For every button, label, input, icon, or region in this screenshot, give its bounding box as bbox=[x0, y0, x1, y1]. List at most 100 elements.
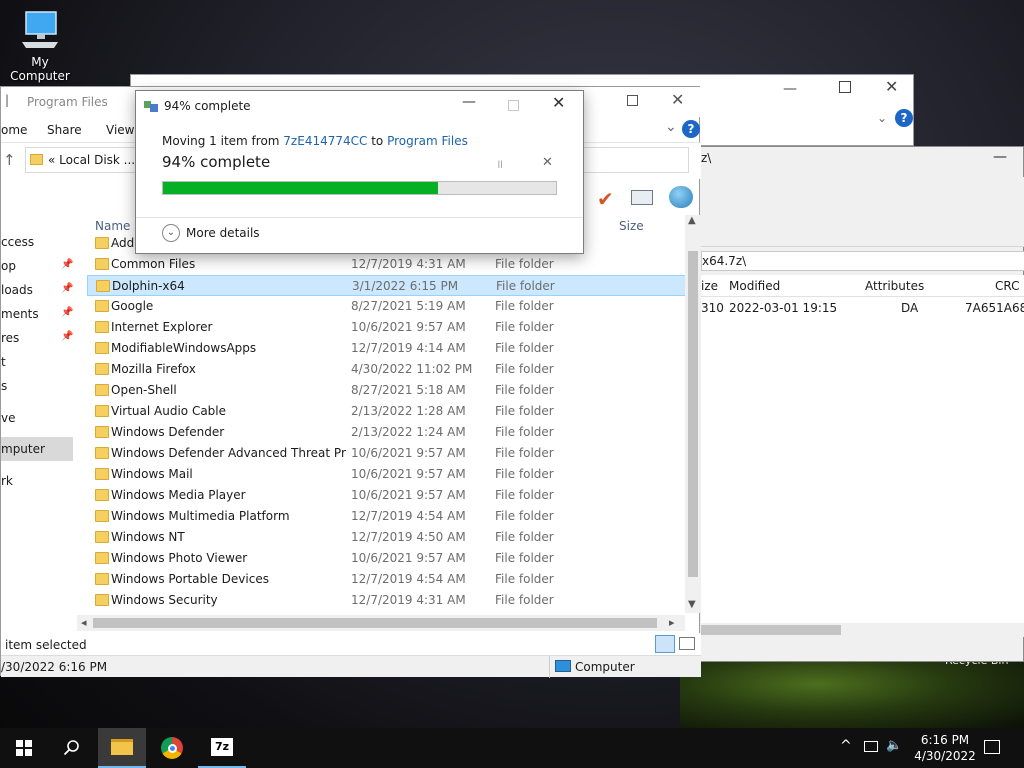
nav-item-downloads[interactable]: loads bbox=[1, 283, 33, 297]
sevenzip-address-bar[interactable]: x64.7z\ bbox=[701, 251, 1024, 271]
scroll-left-icon[interactable]: ◂ bbox=[81, 616, 87, 629]
destination-link[interactable]: Program Files bbox=[387, 134, 468, 148]
progress-dialog[interactable]: 94% complete — ✕ Moving 1 item from 7zE4… bbox=[135, 90, 584, 254]
nav-item-6[interactable]: s bbox=[1, 379, 7, 393]
scroll-thumb[interactable] bbox=[701, 625, 841, 635]
table-row[interactable]: Dolphin-x64 3/1/2022 6:15 PM File folder bbox=[87, 275, 687, 296]
table-row[interactable]: Windows Media Player 10/6/2021 9:57 AM Fil… bbox=[87, 485, 687, 506]
folder-icon bbox=[95, 426, 109, 438]
more-details-button[interactable]: More details bbox=[186, 226, 260, 240]
volume-icon[interactable]: 🔈 bbox=[886, 738, 902, 753]
file-type: File folder bbox=[495, 593, 554, 607]
scroll-right-icon[interactable]: ▸ bbox=[669, 616, 675, 629]
checkmark-icon[interactable]: ✔ bbox=[597, 187, 614, 211]
nav-item-computer[interactable]: mputer bbox=[1, 442, 45, 456]
scroll-thumb[interactable] bbox=[688, 251, 698, 577]
table-row[interactable]: Google 8/27/2021 5:19 AM File folder bbox=[87, 296, 687, 317]
taskbar-7zip[interactable]: 7z bbox=[198, 728, 246, 768]
help-icon[interactable]: ? bbox=[895, 109, 913, 127]
clock[interactable]: 6:16 PM 4/30/2022 bbox=[910, 732, 980, 764]
table-row[interactable]: Windows Multimedia Platform 12/7/2019 4:5… bbox=[87, 506, 687, 527]
bg-minimize-button[interactable]: — bbox=[783, 81, 797, 97]
network-icon[interactable] bbox=[864, 741, 878, 752]
cancel-button[interactable]: ✕ bbox=[542, 155, 553, 170]
nav-item-network[interactable]: rk bbox=[1, 474, 13, 488]
horizontal-scrollbar[interactable]: ◂ ▸ bbox=[77, 615, 685, 631]
pause-button[interactable]: ॥ bbox=[496, 155, 503, 172]
bg-chevron-down-icon[interactable]: ⌄ bbox=[877, 111, 887, 125]
tab-home[interactable]: ome bbox=[1, 123, 27, 137]
bg-maximize-button[interactable] bbox=[839, 81, 851, 93]
file-name: Open-Shell bbox=[111, 383, 177, 397]
table-row[interactable]: Internet Explorer 10/6/2021 9:57 AM File f… bbox=[87, 317, 687, 338]
nav-item-5[interactable]: t bbox=[1, 355, 6, 369]
up-arrow-icon[interactable]: ↑ bbox=[3, 151, 16, 169]
taskbar-explorer[interactable] bbox=[98, 728, 146, 768]
table-row[interactable]: Windows Defender 2/13/2022 1:24 AM File fo… bbox=[87, 422, 687, 443]
scroll-thumb[interactable] bbox=[93, 618, 657, 628]
file-type: File folder bbox=[495, 446, 554, 460]
table-row[interactable]: Virtual Audio Cable 2/13/2022 1:28 AM File… bbox=[87, 401, 687, 422]
col-name[interactable]: Name bbox=[95, 219, 130, 233]
sevenzip-row[interactable]: 310 2022-03-01 19:15 DA 7A651A68 bbox=[701, 301, 1024, 319]
tab-share[interactable]: Share bbox=[47, 123, 82, 137]
status-date: /30/2022 6:16 PM bbox=[1, 660, 108, 674]
col-size[interactable]: Size bbox=[619, 219, 644, 233]
tab-view[interactable]: View bbox=[106, 123, 134, 137]
table-row[interactable]: Windows NT 12/7/2019 4:50 AM File folder bbox=[87, 527, 687, 548]
nav-item-onedrive[interactable]: ve bbox=[1, 411, 15, 425]
scroll-up-icon[interactable]: ▲ bbox=[688, 215, 696, 226]
table-row[interactable]: Open-Shell 8/27/2021 5:18 AM File folder bbox=[87, 380, 687, 401]
move-icon bbox=[144, 99, 160, 113]
notifications-icon[interactable] bbox=[984, 740, 1000, 754]
dialog-title: 94% complete bbox=[164, 99, 251, 113]
col-modified[interactable]: Modified bbox=[729, 279, 780, 293]
nav-item-desktop[interactable]: op bbox=[1, 259, 16, 273]
table-row[interactable]: Windows Portable Devices 12/7/2019 4:54 A… bbox=[87, 569, 687, 590]
col-attributes[interactable]: Attributes bbox=[865, 279, 924, 293]
table-row[interactable]: Windows Defender Advanced Threat Prot...… bbox=[87, 443, 687, 464]
source-link[interactable]: 7zE414774CC bbox=[283, 134, 367, 148]
file-type: File folder bbox=[495, 425, 554, 439]
nav-item-quick-access[interactable]: ccess bbox=[1, 235, 34, 249]
table-row[interactable]: Mozilla Firefox 4/30/2022 11:02 PM File fo… bbox=[87, 359, 687, 380]
col-crc[interactable]: CRC bbox=[995, 279, 1020, 293]
desktop-icon-my-computer[interactable]: My Computer bbox=[0, 6, 80, 83]
maximize-button[interactable] bbox=[627, 95, 638, 106]
taskbar-chrome[interactable] bbox=[148, 728, 196, 768]
help-icon[interactable]: ? bbox=[682, 120, 700, 138]
window-icon[interactable] bbox=[631, 190, 653, 205]
sevenzip-scrollbar-h[interactable] bbox=[701, 623, 1024, 637]
table-row[interactable]: Windows Photo Viewer 10/6/2021 9:57 AM Fil… bbox=[87, 548, 687, 569]
progress-fill bbox=[163, 182, 439, 194]
ribbon-chevron-down-icon[interactable]: ⌄ bbox=[665, 119, 677, 135]
sevenzip-minimize-button[interactable]: — bbox=[993, 149, 1007, 165]
table-row[interactable]: ModifiableWindowsApps 12/7/2019 4:14 AM Fi… bbox=[87, 338, 687, 359]
dialog-close-button[interactable]: ✕ bbox=[552, 93, 565, 112]
sevenzip-toolbar bbox=[701, 177, 1024, 247]
col-size[interactable]: ize bbox=[701, 279, 718, 293]
chevron-down-icon[interactable]: ⌄ bbox=[162, 224, 180, 242]
nav-item-pictures[interactable]: res bbox=[1, 331, 19, 345]
tray-chevron-up-icon[interactable]: ^ bbox=[840, 738, 852, 754]
dialog-minimize-button[interactable]: — bbox=[462, 94, 476, 110]
table-row[interactable]: Common Files 12/7/2019 4:31 AM File folder bbox=[87, 254, 687, 275]
bg-close-button[interactable]: ✕ bbox=[885, 77, 898, 96]
file-type: File folder bbox=[496, 279, 555, 293]
scroll-down-icon[interactable]: ▼ bbox=[688, 599, 696, 610]
large-icons-view-icon[interactable] bbox=[679, 637, 695, 650]
folder-icon bbox=[95, 489, 109, 501]
shell-icon[interactable] bbox=[669, 186, 693, 208]
close-button[interactable]: ✕ bbox=[671, 90, 684, 109]
table-row[interactable]: Windows Security 12/7/2019 4:31 AM File fo… bbox=[87, 590, 687, 611]
folder-icon bbox=[30, 154, 43, 165]
start-button[interactable] bbox=[0, 728, 48, 768]
table-row[interactable]: Windows Mail 10/6/2021 9:57 AM File folder bbox=[87, 464, 687, 485]
vertical-scrollbar[interactable]: ▲ ▼ bbox=[685, 215, 701, 613]
nav-item-documents[interactable]: ments bbox=[1, 307, 39, 321]
file-name: Windows Multimedia Platform bbox=[111, 509, 290, 523]
address-text: « Local Disk ... bbox=[48, 153, 136, 167]
details-view-icon[interactable] bbox=[655, 635, 675, 653]
folder-icon bbox=[95, 384, 109, 396]
search-button[interactable] bbox=[48, 728, 96, 768]
